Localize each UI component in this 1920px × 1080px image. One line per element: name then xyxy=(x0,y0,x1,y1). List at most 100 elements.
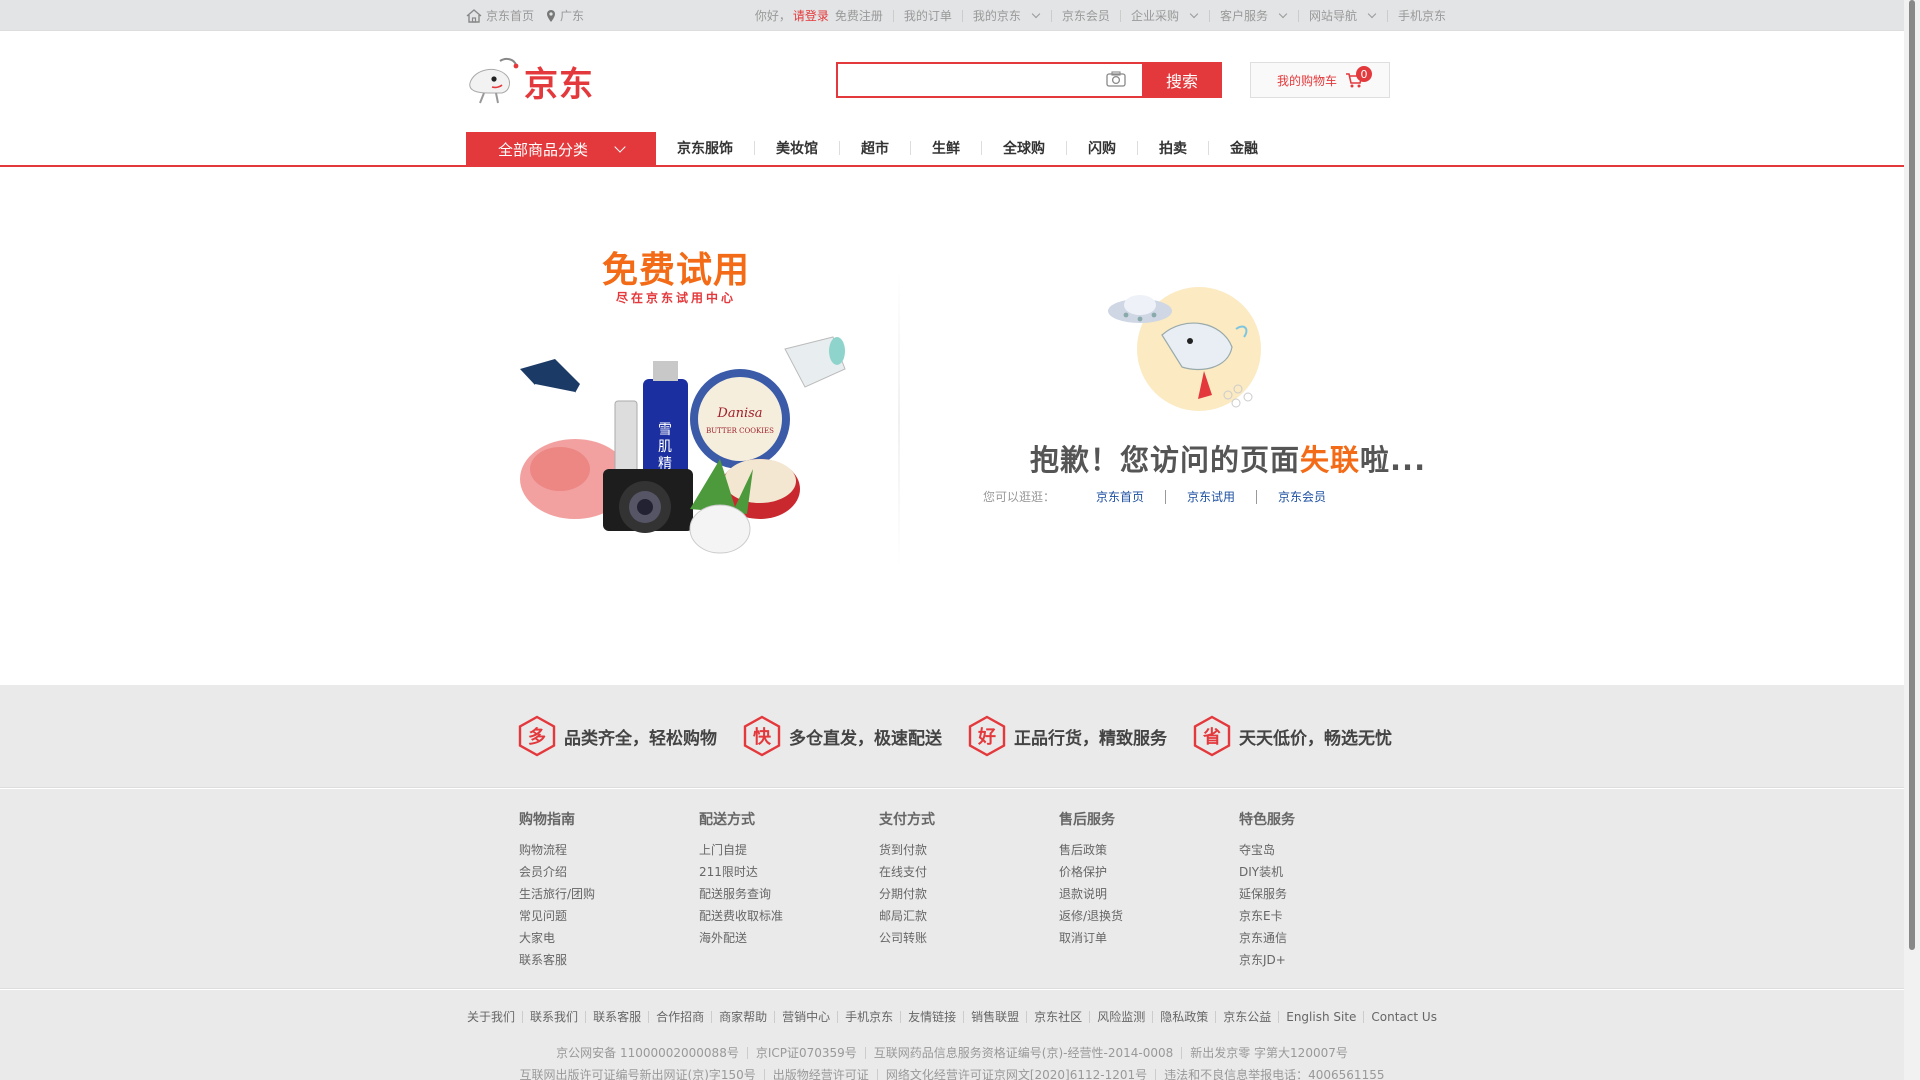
friend-links-link[interactable]: 友情链接 xyxy=(901,1008,963,1025)
footer-link[interactable]: 夺宝岛 xyxy=(1239,839,1419,861)
footer-link[interactable]: 海外配送 xyxy=(699,927,879,949)
customer-service-link[interactable]: 联系客服 xyxy=(586,1008,648,1025)
topbar-my-orders[interactable]: 我的订单 xyxy=(894,7,962,24)
footer-link[interactable]: 在线支付 xyxy=(879,861,1059,883)
camera-icon[interactable] xyxy=(1106,71,1126,87)
cart-button[interactable]: 我的购物车 0 xyxy=(1250,62,1390,98)
svg-text:BUTTER COOKIES: BUTTER COOKIES xyxy=(706,427,774,435)
svg-text:Danisa: Danisa xyxy=(716,406,762,421)
footer-link[interactable]: 取消订单 xyxy=(1059,927,1239,949)
contact-link[interactable]: 联系我们 xyxy=(523,1008,585,1025)
error-link-trial[interactable]: 京东试用 xyxy=(1166,488,1256,505)
error-link-home[interactable]: 京东首页 xyxy=(1075,488,1165,505)
license-text[interactable]: 互联网出版许可证编号新出网证(京)字150号 xyxy=(512,1066,764,1080)
contact-us-link[interactable]: Contact Us xyxy=(1364,1010,1444,1024)
sales-alliance-link[interactable]: 销售联盟 xyxy=(964,1008,1026,1025)
footer-col-title: 支付方式 xyxy=(879,812,935,828)
register-link[interactable]: 免费注册 xyxy=(835,7,893,24)
nav-item-fresh[interactable]: 生鲜 xyxy=(911,138,981,158)
footer-link[interactable]: 会员介绍 xyxy=(519,861,699,883)
footer-link[interactable]: 延保服务 xyxy=(1239,883,1419,905)
topbar-location[interactable]: 广东 xyxy=(546,7,584,24)
topbar-home-link[interactable]: 京东首页 xyxy=(466,7,534,24)
page-scrollbar[interactable] xyxy=(1904,0,1920,1080)
search-input[interactable] xyxy=(836,62,1142,98)
nav-item-beauty[interactable]: 美妆馆 xyxy=(755,138,839,158)
mobile-jd-link[interactable]: 手机京东 xyxy=(838,1008,900,1025)
chevron-down-icon xyxy=(614,141,626,153)
license-text[interactable]: 违法和不良信息举报电话：4006561155 xyxy=(1156,1066,1392,1080)
nav-item-jd-fashion[interactable]: 京东服饰 xyxy=(656,138,754,158)
service-text: 正品行货，精致服务 xyxy=(1014,728,1167,749)
lost-mascot-illustration xyxy=(1108,287,1261,411)
charity-link[interactable]: 京东公益 xyxy=(1216,1008,1278,1025)
nav-item-global[interactable]: 全球购 xyxy=(982,138,1066,158)
error-suggestions-label: 您可以逛逛： xyxy=(983,490,1056,504)
free-trial-promo[interactable]: 免费试用 尽在京东试用中心 雪 肌 精 Danisa BUTTER COOKIE… xyxy=(505,241,895,571)
footer-link[interactable]: 联系客服 xyxy=(519,949,699,971)
chevron-down-icon xyxy=(1367,9,1377,18)
privacy-link[interactable]: 隐私政策 xyxy=(1153,1008,1215,1025)
merchant-help-link[interactable]: 商家帮助 xyxy=(712,1008,774,1025)
topbar-jd-member[interactable]: 京东会员 xyxy=(1052,7,1120,24)
topbar-my-jd[interactable]: 我的京东 xyxy=(963,7,1051,24)
footer-link[interactable]: 分期付款 xyxy=(879,883,1059,905)
scrollbar-thumb[interactable] xyxy=(1909,0,1915,950)
hexagon-badge-icon: 多 xyxy=(518,715,556,757)
topbar-mobile-jd[interactable]: 手机京东 xyxy=(1388,7,1446,24)
nav-item-finance[interactable]: 金融 xyxy=(1209,138,1279,158)
footer-link[interactable]: 京东E卡 xyxy=(1239,905,1419,927)
footer-link[interactable]: 生活旅行/团购 xyxy=(519,883,699,905)
footer-link[interactable]: 邮局汇款 xyxy=(879,905,1059,927)
copyright-area: 关于我们 联系我们 联系客服 合作招商 商家帮助 营销中心 手机京东 友情链接 … xyxy=(0,990,1904,1080)
hexagon-badge-icon: 省 xyxy=(1193,715,1231,757)
footer-link[interactable]: 返修/退换货 xyxy=(1059,905,1239,927)
footer-link[interactable]: 退款说明 xyxy=(1059,883,1239,905)
nav-item-flash[interactable]: 闪购 xyxy=(1067,138,1137,158)
footer-link[interactable]: 价格保护 xyxy=(1059,861,1239,883)
svg-text:肌: 肌 xyxy=(658,439,672,455)
all-categories-button[interactable]: 全部商品分类 xyxy=(466,132,656,166)
nav-item-supermarket[interactable]: 超市 xyxy=(840,138,910,158)
login-link[interactable]: 请登录 xyxy=(793,7,835,24)
risk-monitor-link[interactable]: 风险监测 xyxy=(1090,1008,1152,1025)
all-categories-label: 全部商品分类 xyxy=(497,140,588,159)
jd-logo[interactable]: 京东 xyxy=(466,47,606,107)
partnership-link[interactable]: 合作招商 xyxy=(649,1008,711,1025)
promo-subtitle: 尽在京东试用中心 xyxy=(615,291,736,305)
license-text[interactable]: 京ICP证070359号 xyxy=(748,1044,865,1061)
footer-link[interactable]: 京东通信 xyxy=(1239,927,1419,949)
footer-link[interactable]: 配送费收取标准 xyxy=(699,905,879,927)
footer-link[interactable]: 货到付款 xyxy=(879,839,1059,861)
footer-link[interactable]: 211限时达 xyxy=(699,861,879,883)
jd-mascot-icon xyxy=(469,57,519,104)
community-link[interactable]: 京东社区 xyxy=(1027,1008,1089,1025)
header: 京东 搜索 我的购物车 0 xyxy=(466,31,1446,131)
license-text[interactable]: 互联网药品信息服务资格证编号(京)-经营性-2014-0008 xyxy=(866,1044,1181,1061)
footer-link[interactable]: 购物流程 xyxy=(519,839,699,861)
about-link[interactable]: 关于我们 xyxy=(460,1008,522,1025)
error-link-member[interactable]: 京东会员 xyxy=(1257,488,1347,505)
search-button[interactable]: 搜索 xyxy=(1142,62,1222,98)
footer-link[interactable]: 售后政策 xyxy=(1059,839,1239,861)
home-icon xyxy=(466,8,482,23)
footer-link[interactable]: DIY装机 xyxy=(1239,861,1419,883)
topbar-enterprise[interactable]: 企业采购 xyxy=(1121,7,1209,24)
license-text[interactable]: 新出发京零 字第大120007号 xyxy=(1182,1044,1356,1061)
topbar-site-nav[interactable]: 网站导航 xyxy=(1299,7,1387,24)
footer-link[interactable]: 配送服务查询 xyxy=(699,883,879,905)
license-text[interactable]: 网络文化经营许可证京网文[2020]6112-1201号 xyxy=(878,1066,1155,1080)
cart-count-badge: 0 xyxy=(1356,66,1372,82)
nav-item-auction[interactable]: 拍卖 xyxy=(1138,138,1208,158)
footer-link[interactable]: 上门自提 xyxy=(699,839,879,861)
footer-link[interactable]: 大家电 xyxy=(519,927,699,949)
license-text[interactable]: 出版物经营许可证 xyxy=(765,1066,877,1080)
marketing-center-link[interactable]: 营销中心 xyxy=(775,1008,837,1025)
footer-link[interactable]: 公司转账 xyxy=(879,927,1059,949)
topbar-customer-service[interactable]: 客户服务 xyxy=(1210,7,1298,24)
english-site-link[interactable]: English Site xyxy=(1279,1010,1363,1024)
license-text[interactable]: 京公网安备 11000002000088号 xyxy=(548,1044,747,1061)
service-item: 省 天天低价，畅选无忧 xyxy=(1193,713,1398,759)
footer-link[interactable]: 常见问题 xyxy=(519,905,699,927)
footer-link[interactable]: 京东JD+ xyxy=(1239,949,1419,971)
